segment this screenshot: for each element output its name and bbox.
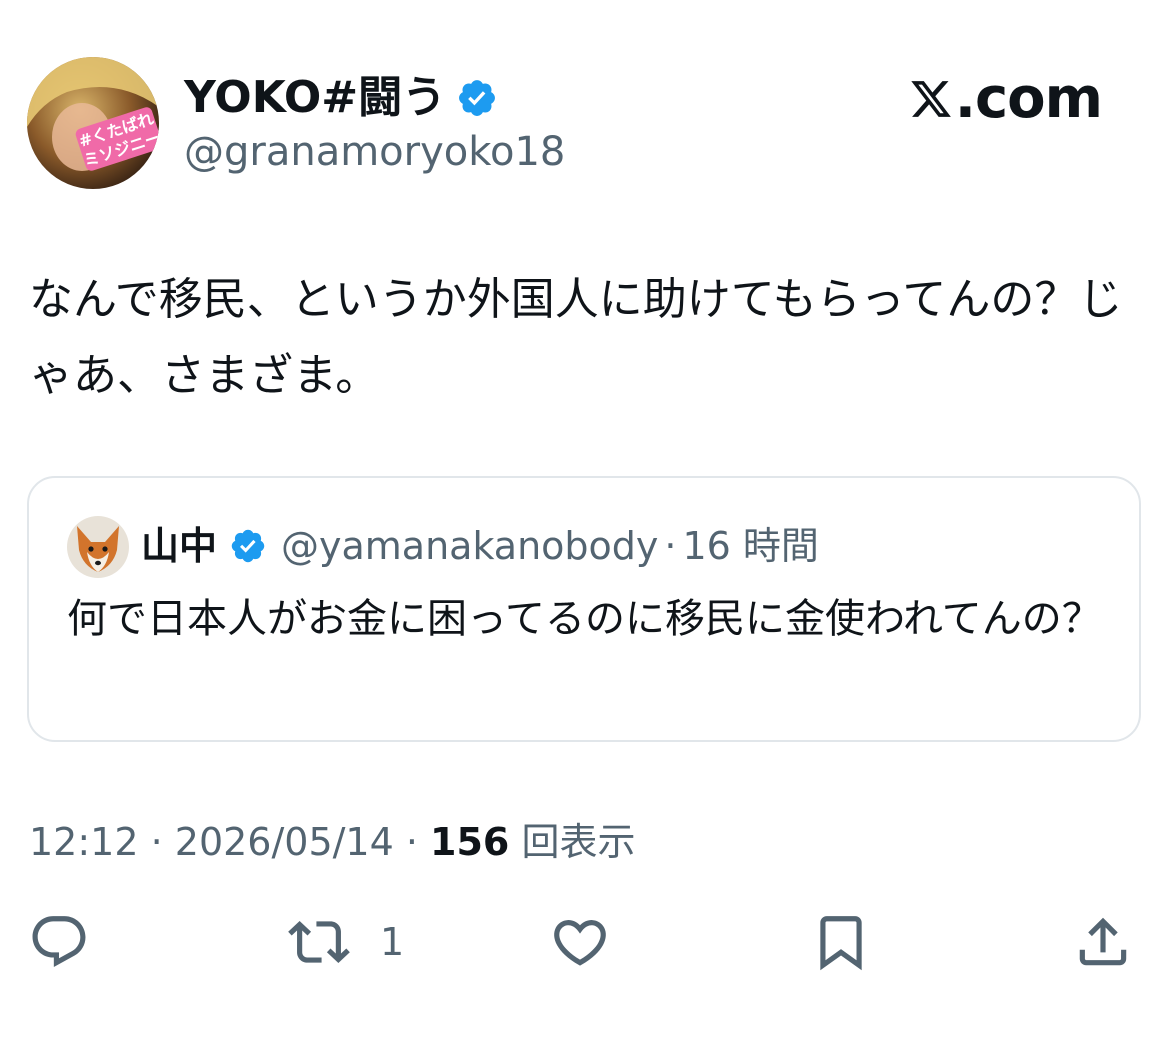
author-display-name: YOKO#闘う xyxy=(184,72,447,123)
tweet-date[interactable]: 2026/05/14 xyxy=(175,820,394,864)
meta-separator: · xyxy=(138,820,175,864)
author-display-name-row[interactable]: YOKO#闘う xyxy=(184,72,498,124)
quoted-author-handle: @yamanakanobody xyxy=(281,524,659,568)
retweet-icon xyxy=(288,921,350,963)
like-icon xyxy=(554,920,606,966)
retweet-count: 1 xyxy=(380,920,405,964)
views-label: 回表示 xyxy=(509,820,636,864)
quoted-author-avatar xyxy=(67,516,129,578)
bookmark-icon xyxy=(820,916,862,971)
verified-badge-icon xyxy=(459,80,496,116)
author-handle[interactable]: @granamoryoko18 xyxy=(184,128,565,176)
retweet-button[interactable]: 1 xyxy=(284,910,404,974)
brand-mark: .com xyxy=(909,66,1103,132)
brand-label: .com xyxy=(954,66,1103,131)
reply-button[interactable] xyxy=(28,910,90,974)
quoted-tweet-text: 何で日本人がお金に困ってるのに移民に金使われてんの？ xyxy=(67,596,1102,642)
meta-separator: · xyxy=(393,820,431,864)
quoted-author-name: 山中 xyxy=(141,524,218,568)
tweet-time[interactable]: 12:12 xyxy=(29,820,139,864)
reply-icon xyxy=(32,916,86,968)
share-icon xyxy=(1079,917,1127,966)
quoted-separator: · xyxy=(664,524,677,568)
share-button[interactable] xyxy=(1072,910,1134,974)
x-logo-icon xyxy=(911,81,951,117)
views-count[interactable]: 156 xyxy=(430,820,509,864)
author-avatar[interactable]: #くたばれ ミソジニー xyxy=(27,57,159,189)
bookmark-button[interactable] xyxy=(810,910,872,974)
tweet-meta: 12:12 · 2026/05/14 · 156 回表示 xyxy=(29,818,635,866)
quoted-tweet-card[interactable]: 山中 @yamanakanobody · 16 時間 何で日本人がお金に困ってる… xyxy=(27,476,1141,742)
quoted-tweet-header: 山中 @yamanakanobody · 16 時間 xyxy=(141,522,819,570)
like-button[interactable] xyxy=(548,910,612,974)
tweet-text: なんで移民、というか外国人に助けてもらってんの？じゃあ、さまざま。 xyxy=(29,274,1123,401)
quoted-timestamp: 16 時間 xyxy=(682,524,819,568)
verified-badge-icon xyxy=(231,529,265,563)
